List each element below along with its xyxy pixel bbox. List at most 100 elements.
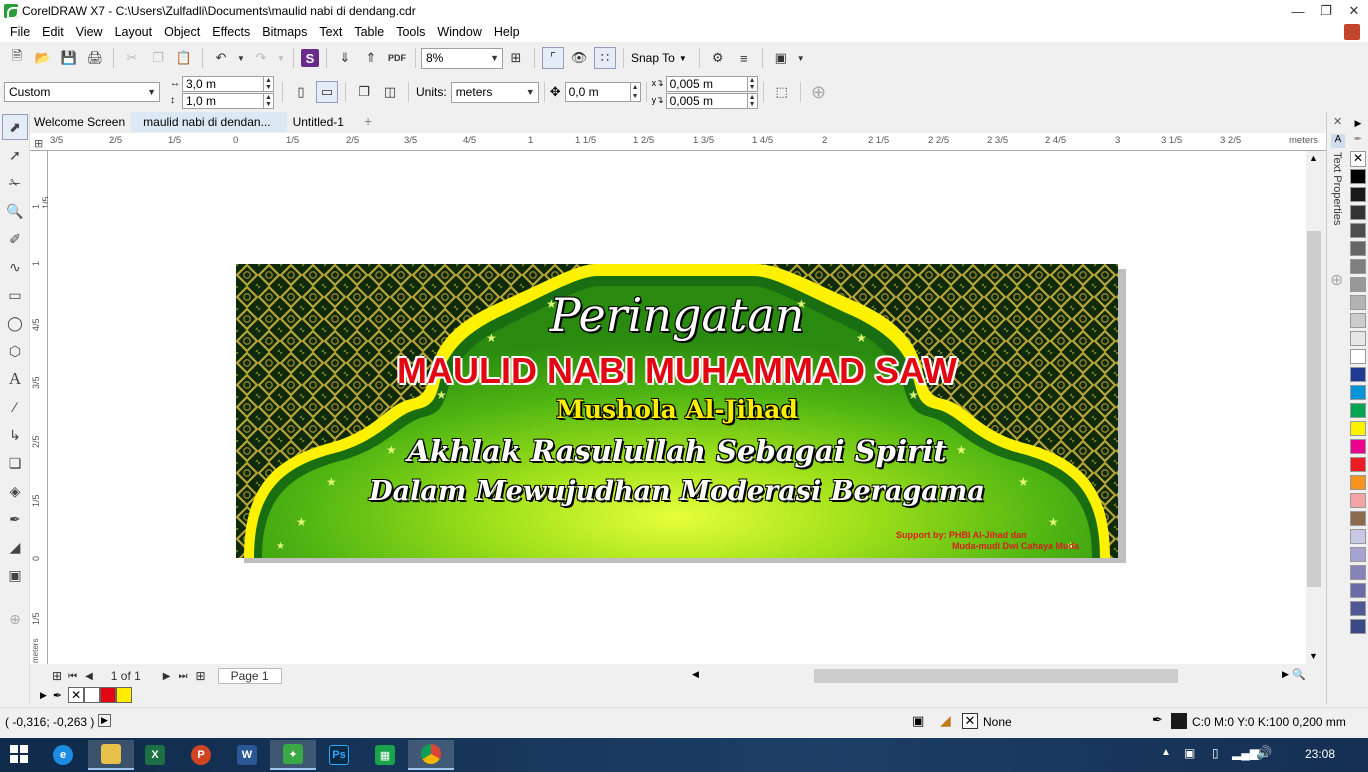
polygon-tool-icon[interactable]: ⬡	[2, 338, 28, 364]
connector-tool-icon[interactable]: ↳	[2, 422, 28, 448]
palette-swatch[interactable]	[1350, 277, 1366, 292]
doc-swatch-red[interactable]	[100, 687, 117, 703]
all-pages-icon[interactable]: ❐	[353, 81, 375, 103]
palette-swatch[interactable]	[1350, 493, 1366, 508]
dimension-tool-icon[interactable]: ∕	[2, 394, 28, 420]
palette-expand-icon[interactable]: ▶	[1348, 118, 1368, 134]
eyedropper-tool-icon[interactable]: ✒	[2, 506, 28, 532]
export-icon[interactable]: ⇑	[360, 47, 382, 69]
palette-swatch[interactable]	[1350, 259, 1366, 274]
doc-swatch-white[interactable]	[84, 687, 101, 703]
menu-effects[interactable]: Effects	[208, 25, 258, 39]
palette-swatch[interactable]	[1350, 619, 1366, 634]
fill-none-swatch[interactable]: ✕	[962, 713, 978, 729]
tray-signal-icon[interactable]: ▂▄▆	[1232, 746, 1259, 760]
palette-eyedropper-icon[interactable]: ✒	[1348, 134, 1368, 150]
palette-swatch[interactable]	[1350, 187, 1366, 202]
ruler-origin-icon[interactable]: ⊞	[34, 137, 43, 150]
minimize-button[interactable]: —	[1284, 0, 1312, 22]
smart-fill-tool-icon[interactable]: ▣	[2, 562, 28, 588]
doc-palette-expand-icon[interactable]: ▶	[40, 690, 47, 701]
snap-to-menu[interactable]: Snap To	[629, 51, 679, 65]
transparency-tool-icon[interactable]: ◈	[2, 478, 28, 504]
paste-icon[interactable]: 📋	[173, 47, 195, 69]
redo-dropdown-icon[interactable]: ▼	[276, 47, 286, 69]
tray-expand-icon[interactable]: ▲	[1161, 747, 1171, 758]
artistic-media-tool-icon[interactable]: ∿	[2, 254, 28, 280]
copy-icon[interactable]: ❐	[147, 47, 169, 69]
palette-swatch[interactable]	[1350, 313, 1366, 328]
menu-window[interactable]: Window	[433, 25, 489, 39]
add-page-after-icon[interactable]: ⊞	[196, 669, 206, 683]
interactive-fill-tool-icon[interactable]: ◢	[2, 534, 28, 560]
palette-swatch[interactable]	[1350, 403, 1366, 418]
palette-swatch[interactable]	[1350, 583, 1366, 598]
duplicate-y-field[interactable]: 0,005 m ▲ ▼	[665, 92, 758, 109]
show-rulers-icon[interactable]: ⌜	[542, 47, 564, 69]
palette-swatch[interactable]	[1350, 601, 1366, 616]
undo-dropdown-icon[interactable]: ▼	[236, 47, 246, 69]
toolbar-more-icon[interactable]: ▼	[796, 47, 806, 69]
menu-edit[interactable]: Edit	[38, 25, 72, 39]
snap-to-dropdown-icon[interactable]: ▼	[679, 54, 687, 63]
options-icon[interactable]: ⚙	[707, 47, 729, 69]
taskbar-spreadsheet-app[interactable]: ▦	[362, 740, 408, 770]
palette-swatch[interactable]	[1350, 349, 1366, 364]
vertical-scroll-thumb[interactable]	[1307, 231, 1321, 587]
nudge-distance-field[interactable]: 0,0 m ▲ ▼	[564, 82, 641, 102]
tab-welcome-screen[interactable]: Welcome Screen	[30, 112, 129, 132]
save-icon[interactable]: 💾	[58, 47, 80, 69]
new-tab-icon[interactable]: +	[360, 112, 376, 132]
palette-swatch[interactable]	[1350, 331, 1366, 346]
taskbar-coreldraw[interactable]: ✦	[270, 740, 316, 770]
scroll-left-icon[interactable]: ◀	[692, 669, 699, 680]
last-page-icon[interactable]: ⏭	[179, 671, 188, 682]
taskbar-photoshop[interactable]: Ps	[316, 740, 362, 770]
palette-swatch[interactable]	[1350, 475, 1366, 490]
rectangle-tool-icon[interactable]: ▭	[2, 282, 28, 308]
taskbar-word[interactable]: W	[224, 740, 270, 770]
search-content-icon[interactable]: S	[301, 49, 319, 67]
vertical-scrollbar[interactable]: ▲ ▼	[1306, 151, 1322, 664]
undo-icon[interactable]: ↶	[210, 47, 232, 69]
cut-icon[interactable]: ✂	[121, 47, 143, 69]
pick-tool-icon[interactable]: ⬈	[2, 114, 28, 140]
palette-swatch[interactable]	[1350, 169, 1366, 184]
palette-swatch[interactable]	[1350, 565, 1366, 580]
new-document-icon[interactable]: 🗎	[6, 47, 28, 69]
menu-bitmaps[interactable]: Bitmaps	[258, 25, 315, 39]
horizontal-scrollbar[interactable]: ◀ ▶ 🔍	[690, 667, 1306, 685]
horizontal-ruler[interactable]: ⊞ 3/5 2/5 1/5 0 1/5 2/5 3/5 4/5 1 1 1/5 …	[30, 133, 1326, 151]
shape-tool-icon[interactable]: ➚	[2, 142, 28, 168]
scroll-up-icon[interactable]: ▲	[1309, 153, 1318, 163]
taskbar-internet-explorer[interactable]: e	[40, 740, 86, 770]
import-icon[interactable]: ⇓	[334, 47, 356, 69]
menu-help[interactable]: Help	[490, 25, 528, 39]
tray-network-error-icon[interactable]: ▣	[1184, 746, 1195, 760]
menu-view[interactable]: View	[72, 25, 111, 39]
palette-swatch[interactable]	[1350, 241, 1366, 256]
ellipse-tool-icon[interactable]: ◯	[2, 310, 28, 336]
scroll-right-icon[interactable]: ▶	[1282, 669, 1289, 680]
zoom-level-select[interactable]: 8% ▼	[421, 47, 503, 69]
next-page-icon[interactable]: ▶	[163, 671, 171, 682]
view-mode-icon[interactable]: 👁	[568, 47, 590, 69]
welcome-screen-icon[interactable]: ▣	[770, 47, 792, 69]
palette-swatch[interactable]	[1350, 439, 1366, 454]
landscape-icon[interactable]: ▭	[316, 81, 338, 103]
tray-battery-icon[interactable]: ▯	[1212, 746, 1219, 760]
palette-swatch[interactable]	[1350, 421, 1366, 436]
portrait-icon[interactable]: ▯	[290, 81, 312, 103]
application-launcher-icon[interactable]: ≡	[733, 47, 755, 69]
palette-swatch[interactable]	[1350, 205, 1366, 220]
taskbar-powerpoint[interactable]: P	[178, 740, 224, 770]
docker-add-icon[interactable]: ⊕	[1330, 270, 1343, 290]
taskbar-chrome[interactable]	[408, 740, 454, 770]
start-button[interactable]	[10, 745, 28, 763]
freehand-tool-icon[interactable]: ✐	[2, 226, 28, 252]
vertical-ruler[interactable]: 1 1/5 1 4/5 3/5 2/5 1/5 0 1/5 meters	[30, 151, 51, 664]
close-button[interactable]: ✕	[1340, 0, 1368, 22]
current-page-icon[interactable]: ◫	[379, 81, 401, 103]
page-border-icon[interactable]: ⬚	[771, 81, 793, 103]
add-tool-icon[interactable]: ⊕	[2, 606, 28, 632]
